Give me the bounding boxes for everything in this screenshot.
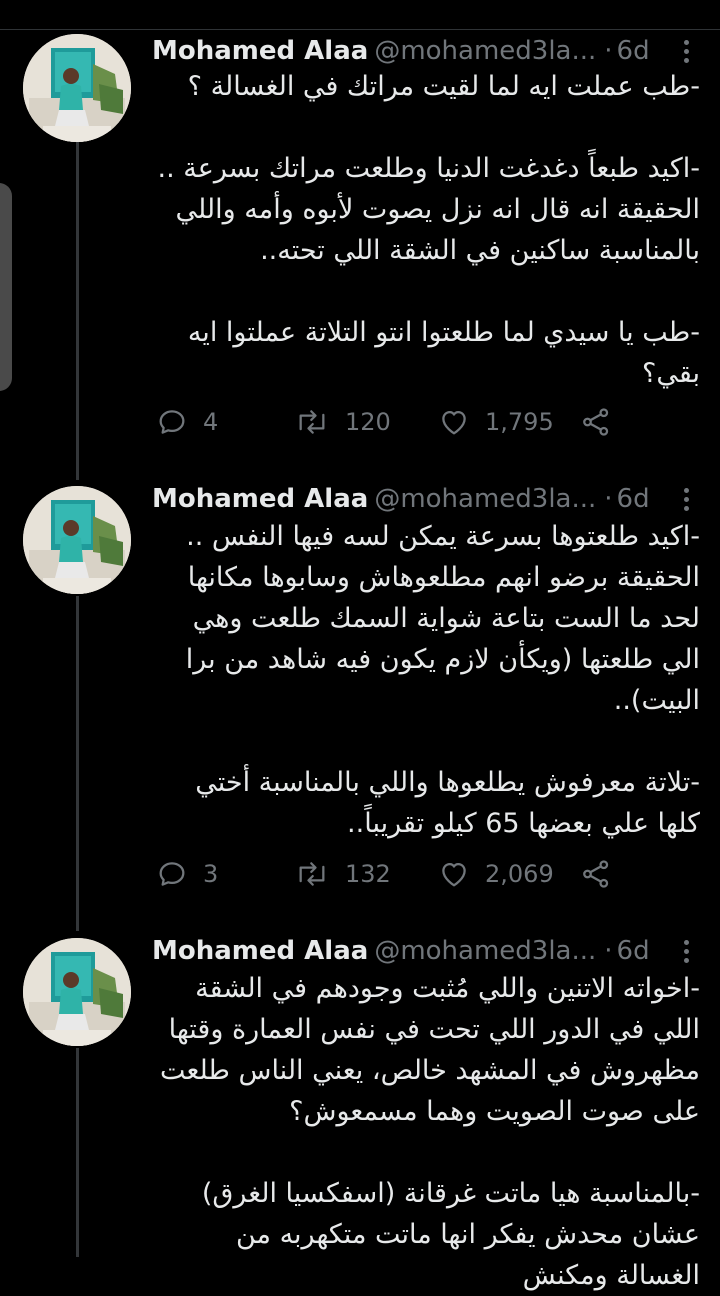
reply-button[interactable]: 4: [155, 405, 218, 439]
retweet-icon: [299, 862, 325, 886]
reply-count: 3: [203, 860, 219, 888]
heart-icon: [442, 410, 466, 435]
tweet[interactable]: Mohamed Alaa @mohamed3la... · 6d -اخواته ال…: [0, 934, 720, 1291]
more-options-icon[interactable]: [683, 488, 691, 512]
avatar[interactable]: [23, 34, 131, 142]
like-button[interactable]: 2,069: [437, 857, 554, 891]
timestamp[interactable]: 6d: [617, 936, 650, 966]
avatar[interactable]: [23, 938, 131, 1046]
tweet-text: -طب عملت ايه لما لقيت مراتك في الغسالة ؟…: [157, 71, 700, 389]
tweet-text: -اخواته الاتنين واللي مُثبت وجودهم في ال…: [159, 973, 700, 1291]
more-options-icon[interactable]: [683, 940, 691, 964]
tweet-header: Mohamed Alaa @mohamed3la... · 6d: [152, 482, 697, 516]
share-button[interactable]: [579, 405, 613, 439]
author-handle[interactable]: @mohamed3la...: [374, 484, 596, 514]
retweet-button[interactable]: 120: [293, 405, 391, 439]
avatar-photo: [23, 938, 131, 1046]
retweet-count: 132: [345, 860, 391, 888]
heart-icon: [442, 862, 466, 887]
tweet-header: Mohamed Alaa @mohamed3la... · 6d: [152, 34, 697, 68]
share-button[interactable]: [579, 857, 613, 891]
author-name[interactable]: Mohamed Alaa: [152, 36, 368, 66]
tweet[interactable]: Mohamed Alaa @mohamed3la... · 6d -طب عملت ا…: [0, 30, 720, 485]
tweet-text: -اكيد طلعتوها بسرعة يمكن لسه فيها النفس …: [185, 521, 700, 839]
more-options-icon[interactable]: [683, 40, 691, 64]
author-name[interactable]: Mohamed Alaa: [152, 936, 368, 966]
reply-icon: [159, 410, 185, 434]
reply-count: 4: [203, 408, 219, 436]
separator-dot: ·: [604, 36, 613, 66]
author-name[interactable]: Mohamed Alaa: [152, 484, 368, 514]
like-count: 1,795: [485, 408, 554, 436]
retweet-count: 120: [345, 408, 391, 436]
tweet[interactable]: Mohamed Alaa @mohamed3la... · 6d -اكيد طلعت…: [0, 482, 720, 934]
tweet-actions: 3 132 2,069: [155, 857, 625, 891]
share-icon: [583, 860, 609, 888]
share-icon: [583, 408, 609, 436]
reply-icon: [159, 862, 185, 886]
retweet-button[interactable]: 132: [293, 857, 391, 891]
like-count: 2,069: [485, 860, 554, 888]
separator-dot: ·: [604, 484, 613, 514]
timestamp[interactable]: 6d: [617, 484, 650, 514]
author-handle[interactable]: @mohamed3la...: [374, 36, 596, 66]
tweet-header: Mohamed Alaa @mohamed3la... · 6d: [152, 934, 697, 968]
timestamp[interactable]: 6d: [617, 36, 650, 66]
reply-button[interactable]: 3: [155, 857, 218, 891]
tweet-actions: 4 120 1,795: [155, 405, 625, 439]
avatar[interactable]: [23, 486, 131, 594]
like-button[interactable]: 1,795: [437, 405, 554, 439]
author-handle[interactable]: @mohamed3la...: [374, 936, 596, 966]
retweet-icon: [299, 410, 325, 434]
separator-dot: ·: [604, 936, 613, 966]
avatar-photo: [23, 34, 131, 142]
avatar-photo: [23, 486, 131, 594]
